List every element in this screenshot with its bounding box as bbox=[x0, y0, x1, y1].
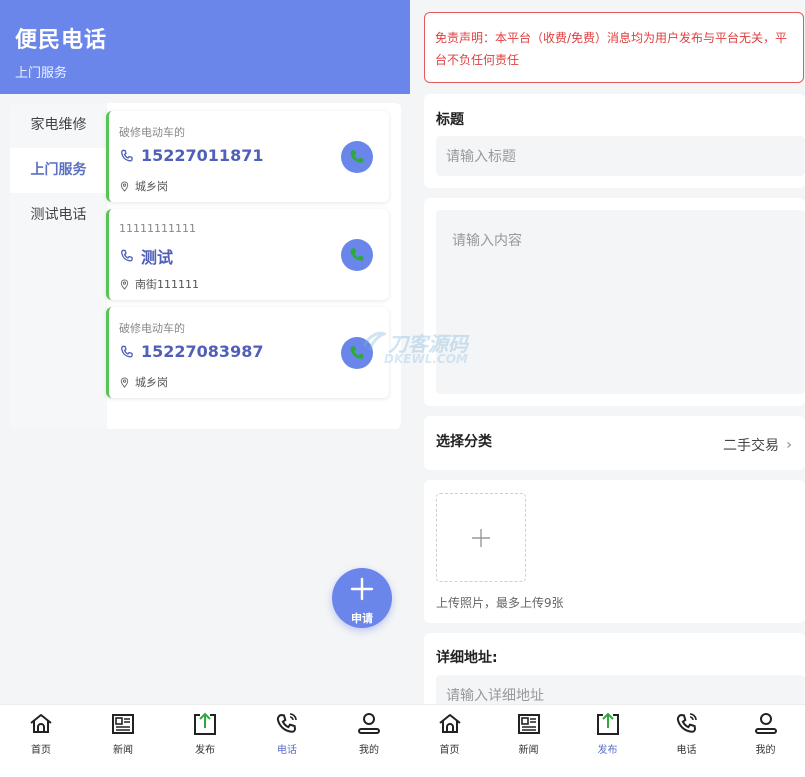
tab-phone[interactable]: 电话 bbox=[647, 705, 726, 777]
chevron-right-icon bbox=[787, 442, 792, 448]
photo-upload-button[interactable] bbox=[436, 493, 526, 582]
category-value-text: 二手交易 bbox=[723, 438, 779, 454]
right-screen: 免责声明：本平台（收费/免费）消息均为用户发布与平台无关，平台不负任何责任 标题… bbox=[410, 0, 805, 777]
page-subtitle: 上门服务 bbox=[15, 66, 68, 81]
watermark: 刀客源码 DKEWL.COM bbox=[358, 326, 478, 374]
tab-label: 电话 bbox=[676, 745, 697, 756]
watermark-logo-icon bbox=[362, 331, 386, 351]
tab-publish[interactable]: 发布 bbox=[568, 705, 647, 777]
call-button[interactable] bbox=[341, 141, 373, 173]
tab-mine[interactable]: 我的 bbox=[726, 705, 805, 777]
phone-icon bbox=[121, 345, 133, 357]
contact-card[interactable]: 11111111111 测试 南街111111 bbox=[106, 209, 389, 300]
tab-news[interactable]: 新闻 bbox=[82, 705, 164, 777]
watermark-subtext: DKEWL.COM bbox=[384, 352, 468, 366]
contact-address: 城乡岗 bbox=[119, 178, 168, 194]
tab-home[interactable]: 首页 bbox=[410, 705, 489, 777]
photo-upload-hint: 上传照片，最多上传9张 bbox=[436, 596, 564, 610]
publish-icon bbox=[194, 712, 216, 735]
user-icon bbox=[754, 713, 777, 734]
contact-phone[interactable]: 15227011871 bbox=[119, 146, 263, 165]
contact-card[interactable]: 破修电动车的 15227083987 城乡岗 bbox=[106, 307, 389, 398]
bottom-tab-bar-left: 首页 新闻 发布 电话 我的 bbox=[0, 704, 410, 777]
category-select-label: 选择分类 bbox=[436, 434, 492, 450]
tab-label: 首页 bbox=[31, 745, 51, 756]
location-pin-icon bbox=[120, 376, 129, 388]
news-icon bbox=[517, 714, 540, 734]
title-label: 标题 bbox=[436, 112, 464, 128]
contact-description: 破修电动车的 bbox=[119, 322, 185, 335]
contact-card[interactable]: 破修电动车的 15227011871 城乡岗 bbox=[106, 111, 389, 202]
bottom-tab-bar-right: 首页 新闻 发布 电话 我的 bbox=[410, 704, 805, 777]
contact-phone[interactable]: 15227083987 bbox=[119, 342, 263, 361]
contact-phone-text: 测试 bbox=[141, 248, 174, 267]
apply-fab-button[interactable]: 申请 bbox=[332, 568, 392, 628]
plus-icon bbox=[350, 577, 374, 601]
tab-label: 新闻 bbox=[113, 745, 133, 756]
contact-address-text: 南街111111 bbox=[135, 278, 199, 291]
tab-mine[interactable]: 我的 bbox=[328, 705, 410, 777]
tab-label: 我的 bbox=[755, 745, 776, 756]
category-item-test-phone[interactable]: 测试电话 bbox=[10, 193, 107, 238]
location-pin-icon bbox=[120, 278, 129, 290]
tab-label: 我的 bbox=[359, 745, 379, 756]
tab-label: 新闻 bbox=[518, 745, 539, 756]
contact-description: 破修电动车的 bbox=[119, 126, 185, 139]
contact-address-text: 城乡岗 bbox=[135, 376, 168, 389]
contact-phone-text: 15227011871 bbox=[141, 146, 264, 165]
phone-icon bbox=[276, 713, 297, 733]
publish-icon bbox=[596, 712, 619, 735]
user-icon bbox=[358, 713, 380, 734]
contact-address-text: 城乡岗 bbox=[135, 180, 168, 193]
contact-phone-text: 15227083987 bbox=[141, 342, 264, 361]
address-label: 详细地址: bbox=[436, 650, 498, 666]
contact-description: 11111111111 bbox=[119, 222, 196, 235]
page-title: 便民电话 bbox=[15, 28, 108, 53]
content-textarea[interactable]: 请输入内容 bbox=[436, 210, 805, 394]
tab-label: 发布 bbox=[195, 745, 215, 756]
call-button[interactable] bbox=[341, 239, 373, 271]
plus-icon bbox=[472, 528, 490, 547]
phone-icon bbox=[121, 149, 133, 161]
phone-icon bbox=[676, 713, 697, 733]
category-select-row[interactable]: 选择分类 二手交易 bbox=[424, 416, 805, 470]
tab-phone[interactable]: 电话 bbox=[246, 705, 328, 777]
contact-address: 城乡岗 bbox=[119, 374, 168, 390]
page-header: 便民电话 上门服务 bbox=[0, 0, 410, 94]
apply-fab-label: 申请 bbox=[351, 612, 373, 625]
tab-publish[interactable]: 发布 bbox=[164, 705, 246, 777]
tab-label: 发布 bbox=[597, 745, 618, 756]
title-section: 标题 请输入标题 bbox=[424, 94, 805, 188]
phone-icon bbox=[350, 150, 364, 163]
contact-address: 南街111111 bbox=[119, 276, 199, 292]
tab-news[interactable]: 新闻 bbox=[489, 705, 568, 777]
tab-label: 电话 bbox=[277, 745, 297, 756]
location-pin-icon bbox=[120, 180, 129, 192]
tab-home[interactable]: 首页 bbox=[0, 705, 82, 777]
title-input[interactable]: 请输入标题 bbox=[436, 136, 805, 176]
category-item-home-service[interactable]: 上门服务 bbox=[10, 148, 107, 193]
left-screen: 便民电话 上门服务 家电维修 上门服务 测试电话 破修电动车的 15227011… bbox=[0, 0, 410, 777]
news-icon bbox=[112, 714, 134, 734]
photo-upload-section: 上传照片，最多上传9张 bbox=[424, 480, 805, 623]
phone-icon bbox=[121, 249, 133, 262]
tab-label: 首页 bbox=[439, 745, 460, 756]
home-icon bbox=[30, 714, 52, 733]
contact-phone[interactable]: 测试 bbox=[119, 244, 173, 268]
disclaimer-notice: 免责声明：本平台（收费/免费）消息均为用户发布与平台无关，平台不负任何责任 bbox=[424, 12, 804, 83]
category-item-appliance-repair[interactable]: 家电维修 bbox=[10, 103, 107, 148]
category-sidebar: 家电维修 上门服务 测试电话 bbox=[10, 103, 107, 429]
home-icon bbox=[438, 714, 461, 733]
phone-icon bbox=[350, 248, 364, 261]
content-section: 请输入内容 bbox=[424, 198, 805, 406]
category-select-value[interactable]: 二手交易 bbox=[723, 435, 793, 455]
